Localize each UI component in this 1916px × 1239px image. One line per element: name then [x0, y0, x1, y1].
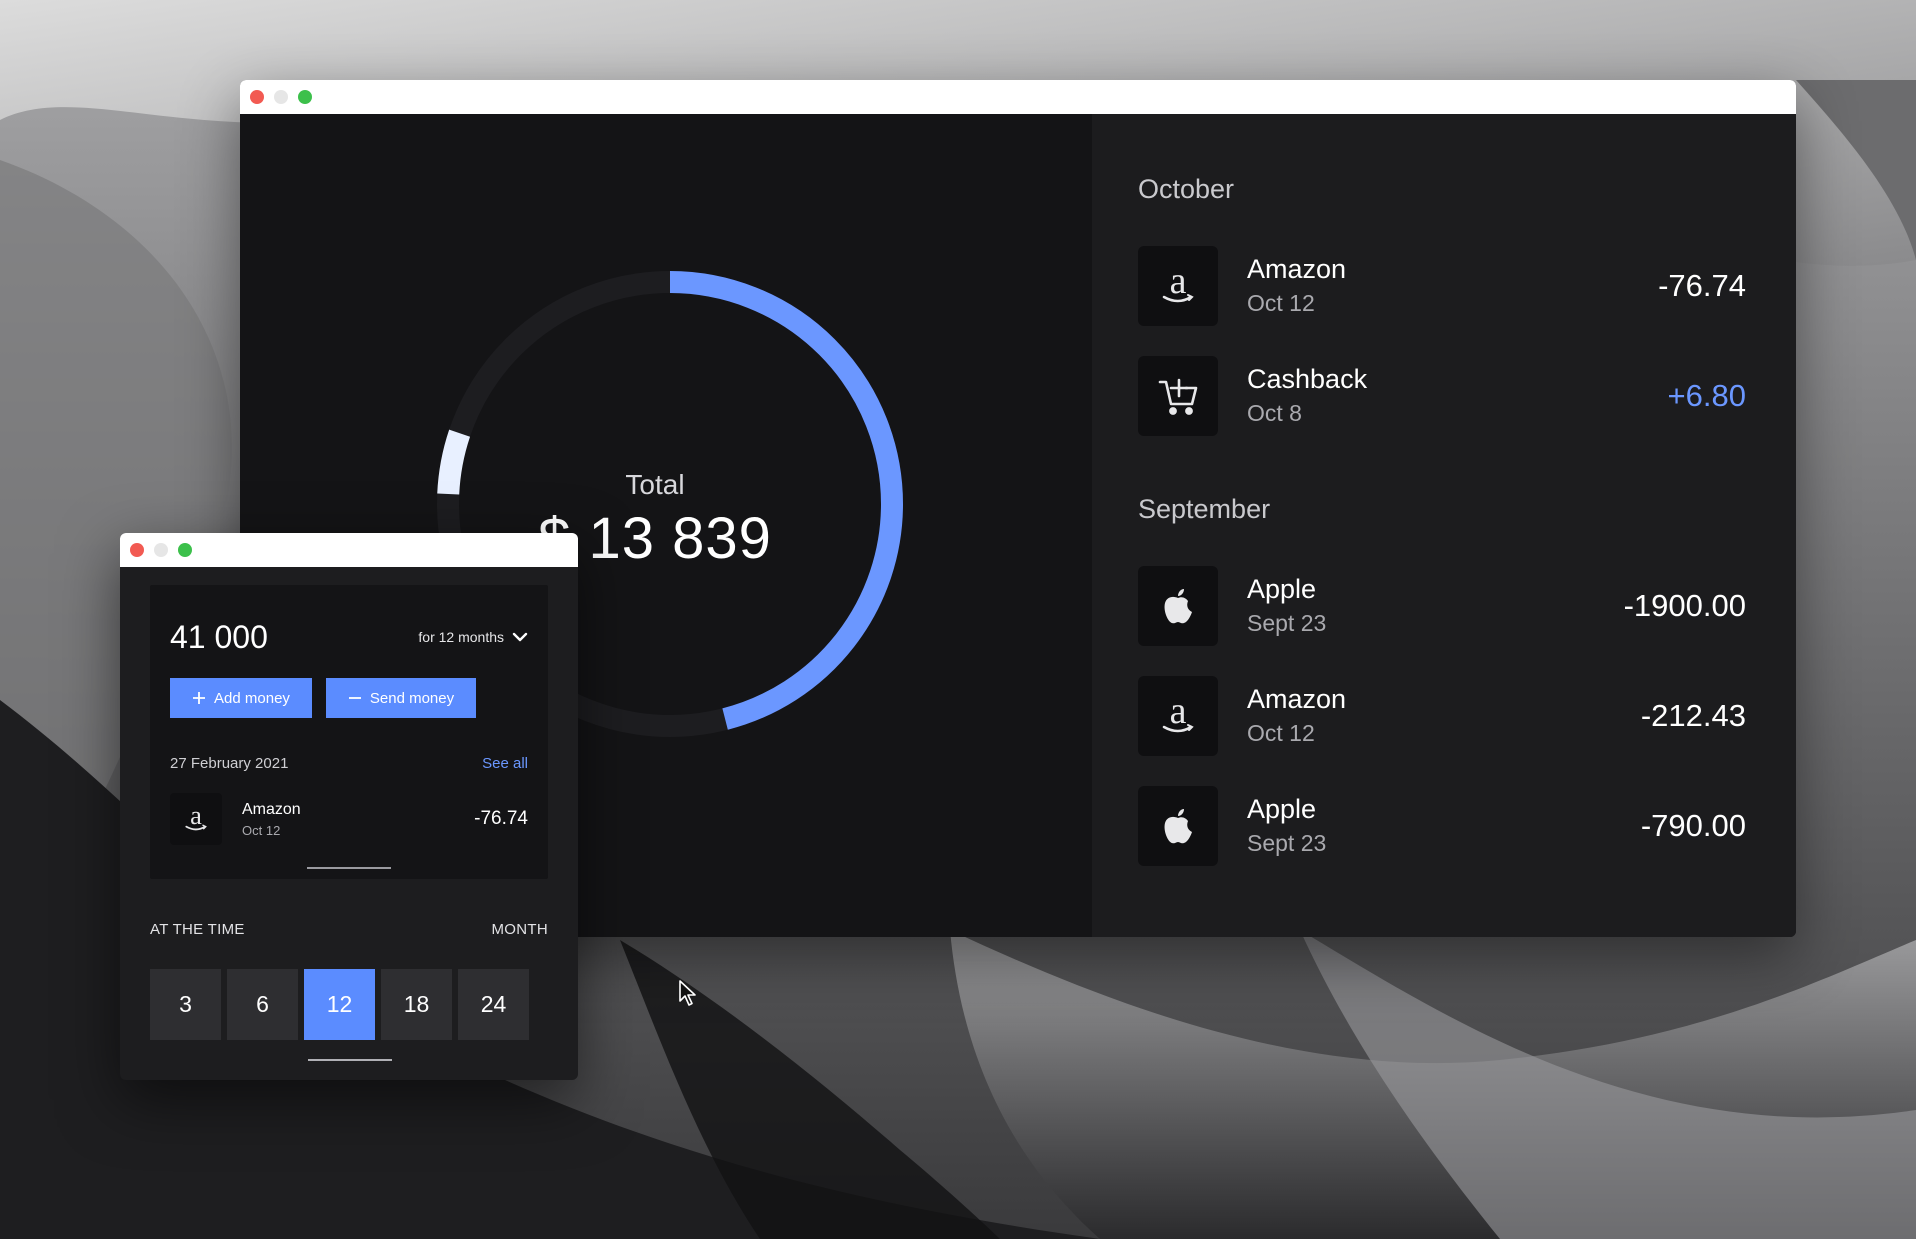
transaction-name: Apple [1247, 794, 1317, 824]
zoom-window-button[interactable] [178, 543, 192, 557]
transaction-date: Sept 23 [1247, 610, 1327, 636]
chevron-down-icon [512, 632, 528, 642]
transaction-amount: -790.00 [1640, 808, 1746, 843]
minimize-window-button[interactable] [274, 90, 288, 104]
transaction-date: Sept 23 [1247, 830, 1327, 856]
month-option-12[interactable]: 12 [304, 969, 375, 1040]
transaction-name: Amazon [1247, 254, 1347, 284]
month-option-6[interactable]: 6 [227, 969, 298, 1040]
month-label: MONTH [491, 921, 548, 938]
transaction-name: Amazon [242, 801, 301, 818]
statement-date: 27 February 2021 [170, 755, 289, 772]
transaction-amount: +6.80 [1667, 378, 1746, 413]
month-heading-september: September [1138, 494, 1271, 524]
month-option-3[interactable]: 3 [150, 969, 221, 1040]
savings-window-titlebar[interactable] [120, 533, 578, 567]
balance-card: 41 000 for 12 months Add money Send mone… [150, 585, 548, 879]
main-window-titlebar[interactable] [240, 80, 1796, 114]
transaction-date: Oct 12 [1247, 720, 1315, 746]
minimize-window-button[interactable] [154, 543, 168, 557]
amazon-icon: a [1138, 246, 1218, 326]
transaction-date: Oct 12 [1247, 290, 1315, 316]
period-label: for 12 months [418, 629, 504, 645]
plus-icon [193, 692, 206, 704]
send-money-button[interactable]: Send money [326, 678, 476, 718]
transaction-amount: -76.74 [474, 808, 528, 829]
transaction-row[interactable]: a Amazon Oct 12 -76.74 [170, 793, 528, 845]
close-window-button[interactable] [250, 90, 264, 104]
savings-window: 41 000 for 12 months Add money Send mone… [120, 533, 578, 1080]
transaction-row[interactable]: Apple Sept 23 -790.00 [1138, 786, 1746, 866]
month-option-18[interactable]: 18 [381, 969, 452, 1040]
transactions-pane: October a Amazon Oct 12 -76.74 Cashback … [1092, 114, 1796, 937]
selected-option-indicator [308, 1059, 392, 1061]
transaction-date: Oct 12 [242, 823, 281, 838]
zoom-window-button[interactable] [298, 90, 312, 104]
at-the-time-label: AT THE TIME [150, 921, 245, 938]
cart-plus-icon [1138, 356, 1218, 436]
svg-text:a: a [1170, 693, 1187, 732]
transaction-row[interactable]: Cashback Oct 8 +6.80 [1138, 356, 1746, 436]
transaction-amount: -212.43 [1640, 698, 1746, 733]
card-page-indicator [307, 867, 391, 869]
close-window-button[interactable] [130, 543, 144, 557]
month-options: 3 6 12 18 24 [150, 969, 529, 1040]
month-heading-october: October [1138, 174, 1235, 204]
mouse-cursor-icon [679, 980, 696, 1006]
transaction-amount: -1900.00 [1623, 588, 1746, 623]
transaction-row[interactable]: a Amazon Oct 12 -76.74 [1138, 246, 1746, 326]
period-dropdown[interactable]: for 12 months [418, 629, 528, 645]
amazon-icon: a [1138, 676, 1218, 756]
minus-icon [348, 697, 361, 699]
transaction-amount: -76.74 [1658, 268, 1746, 303]
total-label: Total [625, 469, 685, 500]
month-option-24[interactable]: 24 [458, 969, 529, 1040]
apple-icon [1138, 566, 1218, 646]
transaction-row[interactable]: Apple Sept 23 -1900.00 [1138, 566, 1746, 646]
add-money-button[interactable]: Add money [170, 678, 312, 718]
balance-amount: 41 000 [170, 619, 268, 655]
transaction-name: Apple [1247, 574, 1317, 604]
transaction-name: Cashback [1247, 364, 1368, 394]
amazon-icon: a [170, 793, 222, 845]
svg-text:a: a [190, 803, 202, 830]
svg-text:a: a [1170, 263, 1187, 302]
apple-icon [1138, 786, 1218, 866]
transaction-row[interactable]: a Amazon Oct 12 -212.43 [1138, 676, 1746, 756]
send-money-label: Send money [369, 689, 455, 707]
transaction-name: Amazon [1247, 684, 1347, 714]
transaction-date: Oct 8 [1247, 400, 1302, 426]
add-money-label: Add money [214, 689, 290, 707]
see-all-link[interactable]: See all [482, 755, 528, 772]
